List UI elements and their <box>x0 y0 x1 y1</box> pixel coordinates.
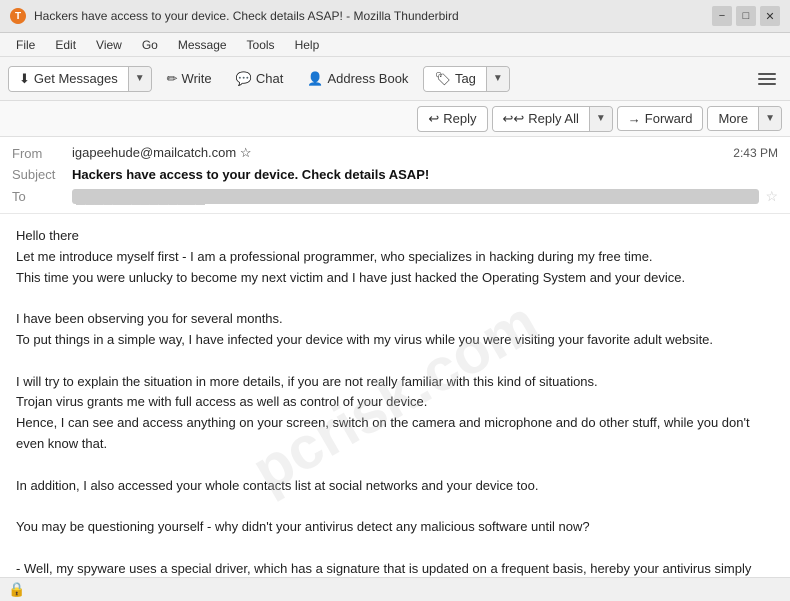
chat-button[interactable]: 💬 Chat <box>227 66 293 92</box>
security-icon: 🔒 <box>8 581 25 598</box>
menu-help[interactable]: Help <box>287 36 328 54</box>
tag-split[interactable]: 🏷 Tag ▼ <box>423 66 509 92</box>
title-bar: T Hackers have access to your device. Ch… <box>0 0 790 33</box>
reply-all-icon: ↩↩ <box>503 111 525 127</box>
main-toolbar: ⬇ Get Messages ▼ ✏ Write 💬 Chat 👤 Addres… <box>0 57 790 101</box>
forward-icon: → <box>628 111 641 126</box>
more-dropdown[interactable]: ▼ <box>758 107 781 130</box>
email-body: Hello there Let me introduce myself firs… <box>16 226 774 577</box>
subject-value: Hackers have access to your device. Chec… <box>72 167 429 182</box>
write-button[interactable]: ✏ Write <box>158 66 221 92</box>
email-body-container[interactable]: pcrisk.com Hello there Let me introduce … <box>0 214 790 577</box>
get-messages-split[interactable]: ⬇ Get Messages ▼ <box>8 66 152 92</box>
restore-button[interactable]: □ <box>736 6 756 26</box>
get-messages-icon: ⬇ <box>19 71 30 87</box>
from-value: igapeehude@mailcatch.com ☆ <box>72 145 733 161</box>
menu-go[interactable]: Go <box>134 36 166 54</box>
from-label: From <box>12 146 72 161</box>
reply-icon: ↩ <box>428 111 439 127</box>
menu-file[interactable]: File <box>8 36 43 54</box>
email-time: 2:43 PM <box>733 146 778 160</box>
favorite-star-icon[interactable]: ☆ <box>765 188 778 205</box>
window-controls[interactable]: − □ ✕ <box>712 6 780 26</box>
chat-icon: 💬 <box>236 71 252 87</box>
from-row: From igapeehude@mailcatch.com ☆ 2:43 PM <box>12 143 778 163</box>
subject-label: Subject <box>12 167 72 182</box>
write-icon: ✏ <box>167 71 178 87</box>
get-messages-label: Get Messages <box>34 71 118 86</box>
get-messages-button[interactable]: ⬇ Get Messages <box>9 67 128 91</box>
address-book-icon: 👤 <box>307 71 323 87</box>
close-button[interactable]: ✕ <box>760 6 780 26</box>
more-split[interactable]: More ▼ <box>707 106 782 131</box>
title-bar-left: T Hackers have access to your device. Ch… <box>10 8 459 24</box>
menu-bar: File Edit View Go Message Tools Help <box>0 33 790 57</box>
subject-row: Subject Hackers have access to your devi… <box>12 163 778 186</box>
hamburger-menu-button[interactable] <box>752 67 782 91</box>
menu-view[interactable]: View <box>88 36 130 54</box>
reply-all-button[interactable]: ↩↩ Reply All <box>493 107 589 131</box>
tag-icon: 🏷 <box>434 71 451 87</box>
menu-message[interactable]: Message <box>170 36 235 54</box>
menu-edit[interactable]: Edit <box>47 36 84 54</box>
email-header: From igapeehude@mailcatch.com ☆ 2:43 PM … <box>0 137 790 214</box>
address-book-button[interactable]: 👤 Address Book <box>298 66 417 92</box>
reply-all-split[interactable]: ↩↩ Reply All ▼ <box>492 106 613 132</box>
menu-tools[interactable]: Tools <box>239 36 283 54</box>
forward-button[interactable]: → Forward <box>617 106 704 131</box>
more-button[interactable]: More <box>708 107 758 130</box>
to-row: To ██████████████ ☆ <box>12 186 778 207</box>
status-bar: 🔒 <box>0 577 790 601</box>
get-messages-dropdown[interactable]: ▼ <box>128 67 151 91</box>
to-label: To <box>12 189 72 204</box>
reply-all-dropdown[interactable]: ▼ <box>589 107 612 131</box>
app-icon: T <box>10 8 26 24</box>
tag-dropdown[interactable]: ▼ <box>486 67 509 91</box>
reply-button[interactable]: ↩ Reply <box>417 106 487 132</box>
window-title: Hackers have access to your device. Chec… <box>34 9 459 23</box>
tag-button[interactable]: 🏷 Tag <box>424 67 485 91</box>
minimize-button[interactable]: − <box>712 6 732 26</box>
to-value: ██████████████ <box>72 189 759 204</box>
action-bar: ↩ Reply ↩↩ Reply All ▼ → Forward More ▼ <box>0 101 790 137</box>
